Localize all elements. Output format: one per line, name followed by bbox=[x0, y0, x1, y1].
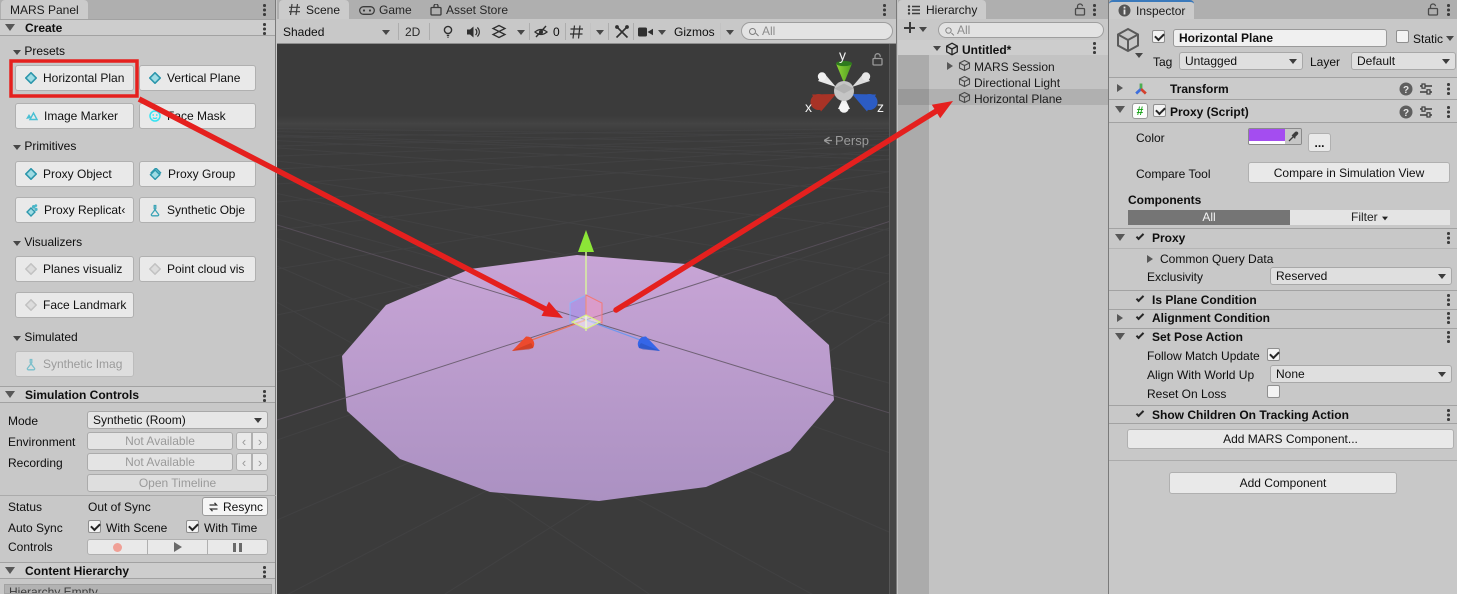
svg-text:z: z bbox=[877, 99, 884, 115]
svg-text:Persp: Persp bbox=[835, 133, 869, 148]
svg-text:y: y bbox=[839, 47, 846, 63]
svg-text:?: ? bbox=[1403, 108, 1409, 119]
svg-text:?: ? bbox=[1403, 85, 1409, 96]
svg-text:x: x bbox=[805, 99, 812, 115]
